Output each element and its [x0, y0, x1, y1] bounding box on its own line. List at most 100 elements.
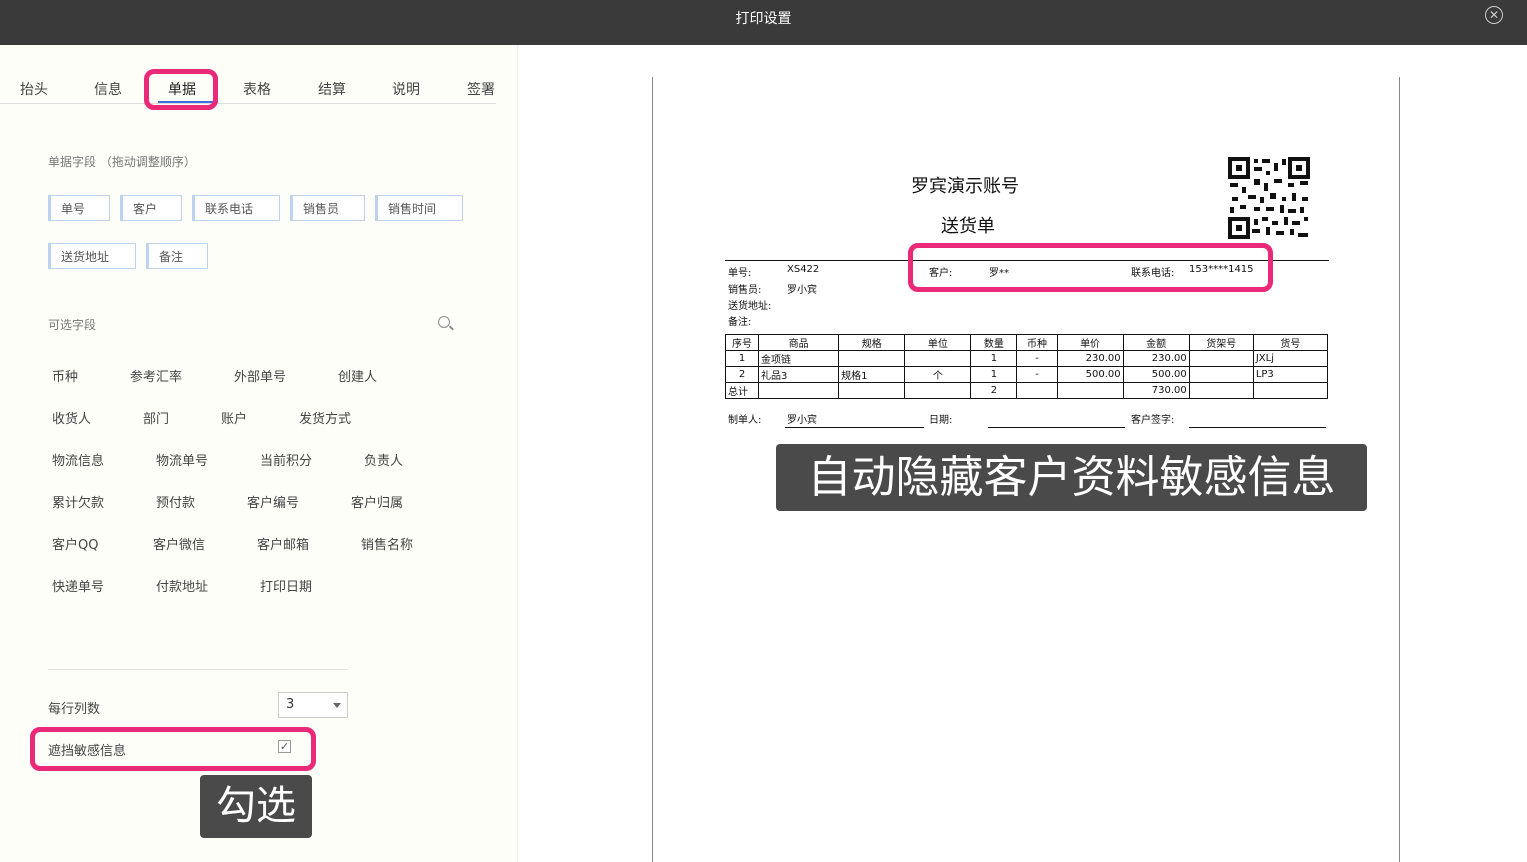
- maker-label: 制单人:: [728, 415, 762, 426]
- optional-field[interactable]: 客户邮箱: [257, 534, 309, 553]
- optional-field[interactable]: 创建人: [338, 366, 377, 385]
- sign-label: 客户签字:: [1131, 415, 1175, 426]
- table-cell: 个: [904, 366, 972, 383]
- optional-field[interactable]: 客户微信: [153, 534, 205, 553]
- optional-field[interactable]: 收货人: [52, 408, 91, 427]
- optional-field[interactable]: 销售名称: [361, 534, 413, 553]
- table-cell: [904, 382, 972, 399]
- col-header: 规格: [838, 334, 906, 351]
- col-header: 货架号: [1188, 334, 1254, 351]
- optional-field[interactable]: 币种: [52, 366, 78, 385]
- col-header: 单位: [904, 334, 972, 351]
- col-header: 单价: [1056, 334, 1124, 351]
- table-cell: 730.00: [1122, 382, 1190, 399]
- optional-field[interactable]: 客户QQ: [52, 534, 98, 553]
- optional-field[interactable]: 部门: [143, 408, 169, 427]
- tab-table[interactable]: 表格: [243, 79, 271, 99]
- optional-field[interactable]: 打印日期: [260, 576, 312, 595]
- col-header: 序号: [724, 334, 760, 351]
- table-cell: 230.00: [1056, 350, 1124, 367]
- table-cell: -: [1016, 350, 1058, 367]
- table-cell: 230.00: [1122, 350, 1190, 367]
- window-title: 打印设置: [735, 11, 792, 27]
- masked-info-highlight: [908, 243, 1273, 292]
- table-cell: JXLj: [1252, 350, 1329, 367]
- close-icon[interactable]: ✕: [1485, 6, 1503, 24]
- table-cell: [904, 350, 972, 367]
- optional-field[interactable]: 累计欠款: [52, 492, 104, 511]
- optional-field[interactable]: 参考汇率: [130, 366, 182, 385]
- sales-value: 罗小宾: [787, 285, 817, 296]
- check-caption: 勾选: [200, 775, 312, 838]
- table-cell: [838, 382, 906, 399]
- tab-settlement[interactable]: 结算: [318, 79, 346, 99]
- sign-line: [1189, 427, 1326, 428]
- col-header: 金额: [1122, 334, 1190, 351]
- date-label: 日期:: [929, 415, 953, 426]
- optional-field[interactable]: 外部单号: [234, 366, 286, 385]
- page-edge-right: [1399, 77, 1400, 862]
- optional-field[interactable]: 预付款: [156, 492, 195, 511]
- table-header-row: 序号 商品 规格 单位 数量 币种 单价 金额 货架号 货号: [724, 334, 1329, 351]
- optional-field[interactable]: 客户归属: [351, 492, 403, 511]
- optional-field[interactable]: 发货方式: [299, 408, 351, 427]
- field-chip[interactable]: 联系电话: [192, 195, 280, 221]
- optional-field[interactable]: 物流单号: [156, 450, 208, 469]
- col-header: 数量: [970, 334, 1018, 351]
- title-bar: 打印设置 ✕: [0, 0, 1527, 45]
- qr-code-icon: [1228, 157, 1310, 239]
- field-chip[interactable]: 客户: [120, 195, 182, 221]
- document-title: 送货单: [941, 216, 995, 237]
- table-cell: 礼品3: [758, 366, 840, 383]
- table-cell: [1188, 350, 1254, 367]
- tab-signature[interactable]: 签署: [467, 79, 495, 99]
- tab-notes[interactable]: 说明: [392, 79, 420, 99]
- columns-per-row-value: 3: [286, 697, 295, 712]
- table-cell: 金项链: [758, 350, 840, 367]
- order-no-value: XS422: [787, 264, 820, 275]
- tab-info[interactable]: 信息: [94, 79, 122, 99]
- optional-field[interactable]: 物流信息: [52, 450, 104, 469]
- columns-per-row-select[interactable]: 3: [278, 692, 348, 718]
- table-cell: [1188, 382, 1254, 399]
- items-table: 序号 商品 规格 单位 数量 币种 单价 金额 货架号 货号 1 金项链 1 -…: [724, 334, 1329, 399]
- table-cell: 2: [970, 382, 1018, 399]
- page-edge-left: [652, 77, 653, 862]
- table-cell: 500.00: [1122, 366, 1190, 383]
- table-cell: [1056, 382, 1124, 399]
- maker-line: [785, 427, 924, 428]
- tab-header[interactable]: 抬头: [20, 79, 48, 99]
- field-chip[interactable]: 送货地址: [48, 243, 136, 269]
- col-header: 币种: [1016, 334, 1058, 351]
- order-no-label: 单号:: [728, 268, 752, 279]
- company-name: 罗宾演示账号: [911, 176, 1019, 197]
- table-cell: 规格1: [838, 366, 906, 383]
- field-chip[interactable]: 销售员: [290, 195, 365, 221]
- field-chip[interactable]: 销售时间: [375, 195, 463, 221]
- maker-value: 罗小宾: [787, 415, 817, 426]
- table-cell: 1: [970, 366, 1018, 383]
- table-cell: [1188, 366, 1254, 383]
- table-cell: 2: [724, 366, 760, 383]
- table-row: 2 礼品3 规格1 个 1 - 500.00 500.00 LP3: [724, 366, 1329, 383]
- table-cell: [758, 382, 840, 399]
- table-cell: -: [1016, 366, 1058, 383]
- optional-field[interactable]: 快递单号: [52, 576, 104, 595]
- field-chip[interactable]: 单号: [48, 195, 110, 221]
- tab-divider: [0, 103, 496, 104]
- address-label: 送货地址:: [728, 301, 772, 312]
- table-cell: [1016, 382, 1058, 399]
- optional-field[interactable]: 当前积分: [260, 450, 312, 469]
- section-divider: [48, 669, 348, 670]
- optional-field[interactable]: 账户: [221, 408, 247, 427]
- optional-field[interactable]: 负责人: [364, 450, 403, 469]
- optional-field[interactable]: 客户编号: [247, 492, 299, 511]
- field-chip[interactable]: 备注: [146, 243, 208, 269]
- search-icon[interactable]: [438, 316, 450, 328]
- sales-label: 销售员:: [728, 285, 762, 296]
- mask-option-highlight: [30, 727, 316, 771]
- optional-field[interactable]: 付款地址: [156, 576, 208, 595]
- date-line: [988, 427, 1125, 428]
- table-cell: [1252, 382, 1329, 399]
- hide-info-caption: 自动隐藏客户资料敏感信息: [776, 444, 1367, 511]
